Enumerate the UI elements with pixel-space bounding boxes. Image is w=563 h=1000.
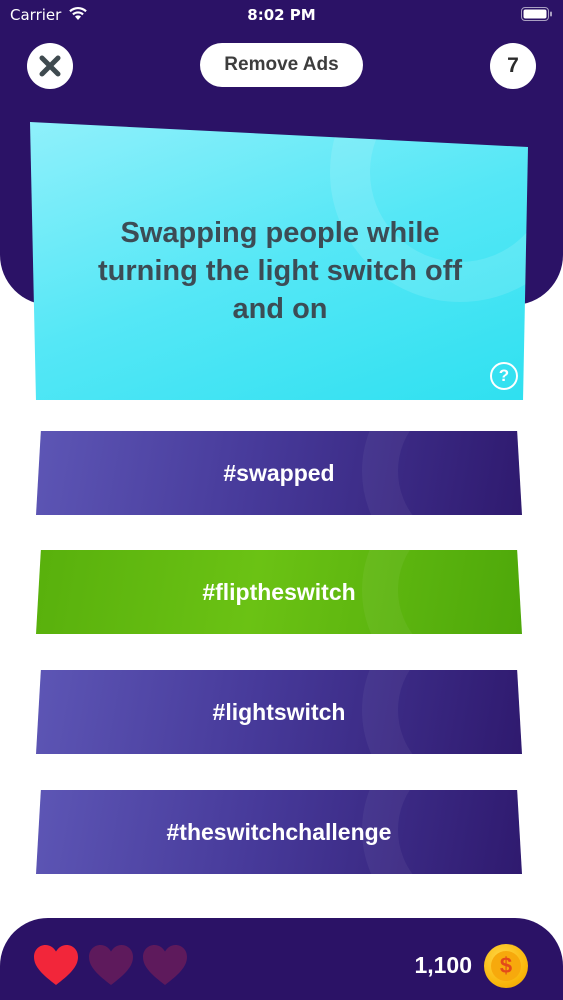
answer-option[interactable]: #theswitchchallenge bbox=[36, 790, 522, 874]
coin-icon[interactable]: $ bbox=[484, 944, 528, 988]
close-button[interactable] bbox=[27, 43, 73, 89]
question-text: Swapping people while turning the light … bbox=[97, 217, 463, 325]
answer-label: #theswitchchallenge bbox=[166, 818, 392, 845]
answer-label: #swapped bbox=[223, 459, 335, 486]
answer-option[interactable]: #lightswitch bbox=[36, 670, 522, 754]
dollar-symbol: $ bbox=[491, 951, 521, 981]
answer-decoration bbox=[362, 550, 522, 634]
answer-decoration bbox=[362, 670, 522, 754]
help-icon[interactable]: ? bbox=[490, 362, 518, 390]
heart-icon-empty bbox=[89, 945, 133, 985]
status-time: 8:02 PM bbox=[247, 6, 316, 24]
close-icon bbox=[39, 55, 61, 77]
bottom-bar bbox=[0, 918, 563, 1000]
answer-decoration bbox=[362, 431, 522, 515]
battery-icon bbox=[521, 7, 552, 21]
remove-ads-button[interactable]: Remove Ads bbox=[200, 43, 363, 87]
status-bar: Carrier 8:02 PM bbox=[0, 0, 563, 32]
answer-option[interactable]: #swapped bbox=[36, 431, 522, 515]
answer-label: #lightswitch bbox=[212, 698, 346, 725]
level-badge: 7 bbox=[490, 43, 536, 89]
question-card: Swapping people while turning the light … bbox=[30, 122, 528, 400]
answer-option-correct[interactable]: #fliptheswitch bbox=[36, 550, 522, 634]
answer-label: #fliptheswitch bbox=[202, 578, 356, 605]
heart-icon-empty bbox=[143, 945, 187, 985]
coin-balance: 1,100 bbox=[414, 952, 472, 978]
heart-icon-full bbox=[34, 945, 78, 985]
